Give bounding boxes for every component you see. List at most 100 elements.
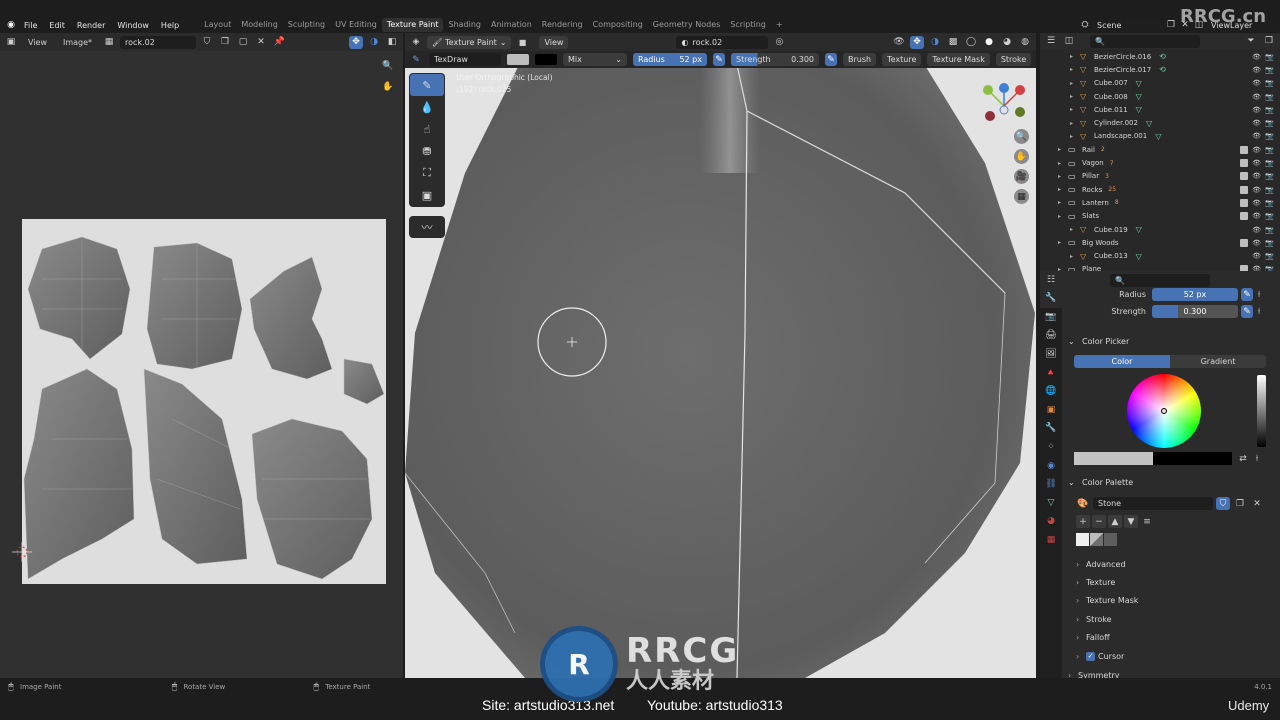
- eye-icon[interactable]: 👁: [1252, 186, 1261, 194]
- palette-down-icon[interactable]: ▼: [1124, 515, 1138, 528]
- scene-field[interactable]: Scene: [1092, 18, 1164, 32]
- strength-pressure-icon[interactable]: ✎: [825, 53, 837, 66]
- expand-arrow-icon[interactable]: ▸: [1058, 186, 1068, 193]
- panel-falloff[interactable]: › Falloff: [1076, 628, 1272, 646]
- fake-user-icon[interactable]: ⛉: [200, 36, 214, 49]
- perspective-toggle-icon[interactable]: ▦: [1014, 189, 1029, 204]
- palette-browse-icon[interactable]: 🎨: [1076, 497, 1090, 510]
- stroke-menu[interactable]: Stroke: [995, 53, 1032, 66]
- eye-icon[interactable]: 👁: [1252, 106, 1261, 114]
- eye-icon[interactable]: 👁: [1252, 53, 1261, 61]
- eye-icon[interactable]: 👁: [1252, 239, 1261, 247]
- camera-icon[interactable]: 📷: [1265, 53, 1274, 61]
- shading-material-icon[interactable]: ◕: [1000, 36, 1014, 49]
- texture-tab-icon[interactable]: ▦: [1040, 531, 1062, 550]
- image-view-menu[interactable]: View: [22, 38, 53, 47]
- outliner-search-field[interactable]: 🔍: [1090, 34, 1200, 48]
- palette-swatch-light[interactable]: [1090, 533, 1103, 546]
- tab-modeling[interactable]: Modeling: [236, 18, 282, 32]
- blend-mode-select[interactable]: Mix ⌄: [563, 53, 627, 66]
- world-tab-icon[interactable]: 🌐: [1040, 382, 1062, 401]
- value-slider[interactable]: [1257, 375, 1266, 447]
- expand-arrow-icon[interactable]: ▸: [1070, 80, 1080, 87]
- expand-arrow-icon[interactable]: ▸: [1058, 173, 1068, 180]
- strength-pressure-props-icon[interactable]: ✎: [1241, 305, 1253, 318]
- panel-stroke[interactable]: › Stroke: [1076, 610, 1272, 628]
- cursor-checkbox[interactable]: ✓: [1086, 651, 1095, 661]
- color-wheel[interactable]: [1127, 374, 1201, 448]
- panel-symmetry[interactable]: › Symmetry: [1068, 666, 1264, 679]
- tab-rendering[interactable]: Rendering: [537, 18, 588, 32]
- camera-icon[interactable]: 📷: [1265, 146, 1274, 154]
- filter-icon[interactable]: ⏷: [1244, 35, 1258, 48]
- primary-color-swatch[interactable]: [507, 54, 529, 65]
- palette-remove-icon[interactable]: −: [1092, 515, 1106, 528]
- overlay-icon[interactable]: ◑: [367, 36, 381, 49]
- camera-icon[interactable]: 📷: [1265, 106, 1274, 114]
- menu-edit[interactable]: Edit: [43, 21, 71, 30]
- strength-extra-icon[interactable]: ⍿: [1253, 305, 1265, 318]
- eye-icon[interactable]: 👁: [1252, 146, 1261, 154]
- current-color-swatch[interactable]: [1074, 452, 1153, 465]
- outliner-row[interactable]: ▸ ▭ Plane 👁 📷: [1040, 263, 1280, 271]
- tab-animation[interactable]: Animation: [486, 18, 537, 32]
- outliner-row[interactable]: ▸ ▽ BezierCircle.017 ⟲ 👁 📷: [1040, 63, 1280, 76]
- blender-logo-icon[interactable]: ◉: [4, 19, 18, 32]
- camera-view-icon[interactable]: 🎥: [1014, 169, 1029, 184]
- uv-cursor-icon[interactable]: [12, 542, 32, 562]
- camera-icon[interactable]: 📷: [1265, 132, 1274, 140]
- expand-arrow-icon[interactable]: ▸: [1070, 120, 1080, 127]
- expand-arrow-icon[interactable]: ▸: [1058, 146, 1068, 153]
- panel-advanced[interactable]: › Advanced: [1076, 555, 1272, 573]
- eye-icon[interactable]: 👁: [1252, 93, 1261, 101]
- exclude-checkbox[interactable]: [1240, 212, 1248, 221]
- expand-arrow-icon[interactable]: ▸: [1058, 213, 1068, 220]
- viewport-gizmo-icon[interactable]: ✥: [910, 35, 924, 49]
- soften-tool-icon[interactable]: 💧: [410, 96, 444, 118]
- color-palette-panel-header[interactable]: ⌄ Color Palette: [1068, 473, 1274, 491]
- camera-icon[interactable]: 📷: [1265, 186, 1274, 194]
- tab-texture-paint[interactable]: Texture Paint: [381, 18, 444, 32]
- exclude-checkbox[interactable]: [1240, 159, 1248, 168]
- smear-tool-icon[interactable]: ☝: [410, 118, 444, 140]
- outliner-row[interactable]: ▸ ▭ Slats 👁 📷: [1040, 210, 1280, 223]
- image-name-field[interactable]: rock.02: [120, 35, 197, 49]
- eye-icon[interactable]: 👁: [1252, 119, 1261, 127]
- navigation-gizmo[interactable]: [978, 80, 1030, 126]
- expand-arrow-icon[interactable]: ▸: [1070, 226, 1080, 233]
- outliner-row[interactable]: ▸ ▭ Big Woods 👁 📷: [1040, 236, 1280, 249]
- fill-tool-icon[interactable]: ⛶: [410, 162, 444, 184]
- gizmo-icon[interactable]: ✥: [349, 35, 363, 49]
- palette-swatch-gray[interactable]: [1104, 533, 1117, 546]
- outliner-row[interactable]: ▸ ▭ Vagon 7 👁 📷: [1040, 156, 1280, 169]
- camera-icon[interactable]: 📷: [1265, 172, 1274, 180]
- outliner-row[interactable]: ▸ ▽ Cube.007 ▽ 👁 📷: [1040, 77, 1280, 90]
- palette-sort-icon[interactable]: ≡: [1140, 515, 1154, 528]
- eye-icon[interactable]: 👁: [1252, 226, 1261, 234]
- properties-editor-icon[interactable]: ☷: [1044, 274, 1058, 287]
- eye-icon[interactable]: 👁: [1252, 199, 1261, 207]
- menu-render[interactable]: Render: [71, 21, 111, 30]
- outliner-row[interactable]: ▸ ▽ BezierCircle.016 ⟲ 👁 📷: [1040, 50, 1280, 63]
- expand-arrow-icon[interactable]: ▸: [1070, 133, 1080, 140]
- new-collection-icon[interactable]: ❐: [1262, 35, 1276, 48]
- outliner-row[interactable]: ▸ ▽ Cube.019 ▽ 👁 📷: [1040, 223, 1280, 236]
- palette-add-icon[interactable]: +: [1076, 515, 1090, 528]
- zoom-viewport-icon[interactable]: 🔍: [1014, 129, 1029, 144]
- tab-geometry-nodes[interactable]: Geometry Nodes: [648, 18, 725, 32]
- strength-slider[interactable]: 0.300: [1152, 305, 1238, 318]
- outliner-row[interactable]: ▸ ▽ Landscape.001 ▽ 👁 📷: [1040, 130, 1280, 143]
- expand-arrow-icon[interactable]: ▸: [1070, 66, 1080, 73]
- tab-gradient[interactable]: Gradient: [1170, 355, 1266, 368]
- camera-icon[interactable]: 📷: [1265, 226, 1274, 234]
- expand-arrow-icon[interactable]: ▸: [1058, 239, 1068, 246]
- outliner-row[interactable]: ▸ ▭ Pillar 3 👁 📷: [1040, 170, 1280, 183]
- expand-arrow-icon[interactable]: ▸: [1058, 160, 1068, 167]
- eye-icon[interactable]: 👁: [1252, 159, 1261, 167]
- exclude-checkbox[interactable]: [1240, 172, 1248, 181]
- eye-icon[interactable]: 👁: [1252, 252, 1261, 260]
- tab-color[interactable]: Color: [1074, 355, 1170, 368]
- eye-icon[interactable]: 👁: [1252, 66, 1261, 74]
- camera-icon[interactable]: 📷: [1265, 199, 1274, 207]
- outliner-row[interactable]: ▸ ▭ Rail 2 👁 📷: [1040, 143, 1280, 156]
